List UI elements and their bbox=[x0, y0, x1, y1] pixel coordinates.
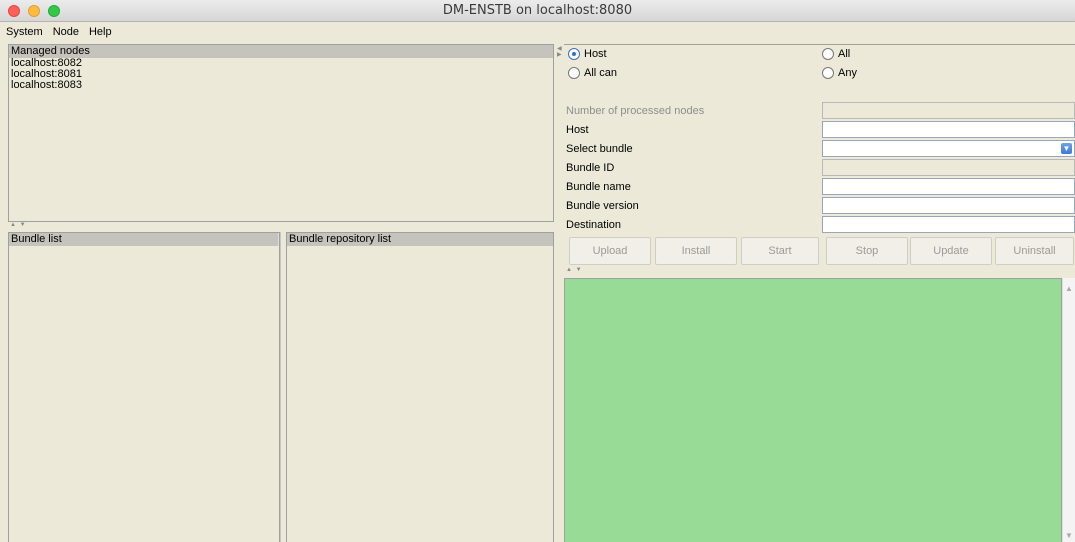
menu-bar: System Node Help bbox=[0, 22, 1075, 42]
destination-field[interactable] bbox=[822, 216, 1075, 233]
bundle-version-label: Bundle version bbox=[566, 200, 639, 212]
scroll-up-icon[interactable]: ▲ bbox=[1065, 284, 1073, 293]
close-button[interactable] bbox=[8, 5, 20, 17]
managed-nodes-header: Managed nodes bbox=[9, 45, 553, 58]
destination-label: Destination bbox=[566, 219, 622, 231]
select-bundle-label: Select bundle bbox=[566, 143, 633, 155]
splitter-arrows-icon: ▲ ▼ bbox=[566, 267, 583, 273]
bundle-name-field[interactable] bbox=[822, 178, 1075, 195]
title-bar: DM-ENSTB on localhost:8080 bbox=[0, 0, 1075, 22]
update-button[interactable]: Update bbox=[910, 237, 992, 265]
radio-selected-icon bbox=[568, 48, 580, 60]
bundle-repository-list[interactable]: Bundle repository list bbox=[286, 232, 554, 542]
host-field[interactable] bbox=[822, 121, 1075, 138]
bundle-version-field[interactable] bbox=[822, 197, 1075, 214]
upload-button[interactable]: Upload bbox=[569, 237, 651, 265]
bundle-id-label: Bundle ID bbox=[566, 162, 615, 174]
start-button[interactable]: Start bbox=[741, 237, 819, 265]
radio-empty-icon bbox=[822, 48, 834, 60]
uninstall-button[interactable]: Uninstall bbox=[995, 237, 1074, 265]
minimize-button[interactable] bbox=[28, 5, 40, 17]
bundle-list[interactable]: Bundle list bbox=[8, 232, 280, 542]
radio-any[interactable]: Any bbox=[822, 67, 857, 79]
radio-all-can[interactable]: All can bbox=[568, 67, 617, 79]
bundle-name-label: Bundle name bbox=[566, 181, 631, 193]
console-scrollbar[interactable]: ▲ ▼ bbox=[1062, 278, 1075, 542]
bundle-repository-header: Bundle repository list bbox=[287, 233, 553, 246]
bundle-list-header: Bundle list bbox=[9, 233, 279, 246]
splitter-arrows-icon: ◀ ▶ bbox=[557, 46, 562, 58]
action-buttons: Upload Install Start Stop Update Uninsta… bbox=[568, 237, 1075, 265]
radio-empty-icon bbox=[822, 67, 834, 79]
processed-nodes-label: Number of processed nodes bbox=[566, 105, 705, 117]
processed-nodes-field bbox=[822, 102, 1075, 119]
menu-node[interactable]: Node bbox=[53, 26, 79, 38]
main-splitter[interactable]: ◀ ▶ bbox=[555, 44, 563, 542]
radio-host[interactable]: Host bbox=[568, 48, 607, 60]
splitter-arrows-icon: ▲ ▼ bbox=[10, 222, 27, 228]
host-label: Host bbox=[566, 124, 589, 136]
scroll-down-icon[interactable]: ▼ bbox=[1065, 531, 1073, 540]
stop-button[interactable]: Stop bbox=[826, 237, 908, 265]
list-item[interactable]: localhost:8083 bbox=[9, 80, 553, 91]
horizontal-splitter-left[interactable]: ▲ ▼ bbox=[8, 222, 554, 232]
window-controls bbox=[8, 5, 60, 17]
zoom-button[interactable] bbox=[48, 5, 60, 17]
menu-system[interactable]: System bbox=[6, 26, 43, 38]
list-item[interactable]: localhost:8082 bbox=[9, 58, 553, 69]
radio-all[interactable]: All bbox=[822, 48, 850, 60]
radio-empty-icon bbox=[568, 67, 580, 79]
chevron-down-icon: ▼ bbox=[1061, 143, 1072, 154]
select-bundle-dropdown[interactable]: ▼ bbox=[822, 140, 1075, 157]
list-item[interactable]: localhost:8081 bbox=[9, 69, 553, 80]
output-console[interactable] bbox=[564, 278, 1062, 542]
install-button[interactable]: Install bbox=[655, 237, 737, 265]
horizontal-splitter-right[interactable]: ▲ ▼ bbox=[564, 267, 1075, 277]
menu-help[interactable]: Help bbox=[89, 26, 112, 38]
managed-nodes-list[interactable]: Managed nodes localhost:8082 localhost:8… bbox=[8, 44, 554, 222]
bundle-id-field bbox=[822, 159, 1075, 176]
window-title: DM-ENSTB on localhost:8080 bbox=[442, 3, 633, 18]
bundle-form: Host All All can Any Number of processed… bbox=[564, 44, 1075, 264]
